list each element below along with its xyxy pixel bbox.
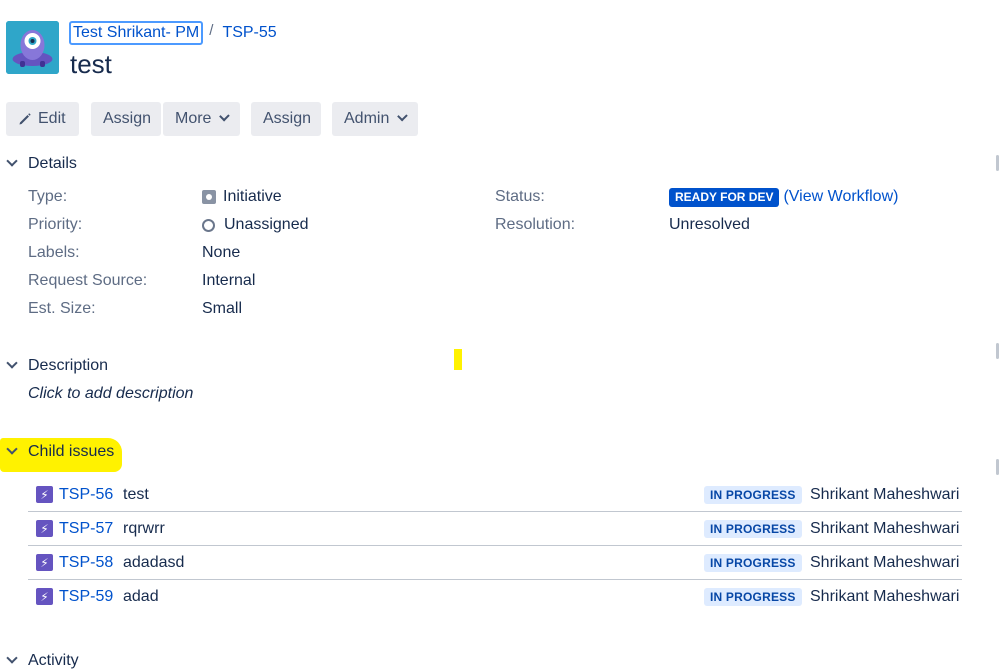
chevron-down-icon xyxy=(397,110,408,122)
labels-value[interactable]: None xyxy=(202,243,240,263)
breadcrumb-issue-key-link[interactable]: TSP-55 xyxy=(222,24,276,42)
assign-button[interactable]: Assign xyxy=(91,102,161,136)
assign-button-label: Assign xyxy=(103,110,152,127)
collapse-chevron-icon xyxy=(6,443,18,455)
activity-heading: Activity xyxy=(28,652,79,669)
priority-label: Priority: xyxy=(28,216,83,233)
child-issue-key-link[interactable]: TSP-58 xyxy=(59,554,123,572)
child-issue-key-link[interactable]: TSP-59 xyxy=(59,588,123,606)
request-source-label: Request Source: xyxy=(28,272,148,289)
child-issues-section-toggle[interactable]: Child issues xyxy=(6,443,115,461)
priority-value-text: Unassigned xyxy=(224,216,309,233)
child-issue-key-link[interactable]: TSP-56 xyxy=(59,486,123,504)
child-issue-assignee: Shrikant Maheshwari xyxy=(810,587,960,605)
est-size-label: Est. Size: xyxy=(28,300,96,317)
collapse-chevron-icon xyxy=(6,652,18,664)
child-issue-summary-link[interactable]: test xyxy=(123,486,149,504)
priority-circle-icon xyxy=(202,218,215,232)
more-button-label: More xyxy=(175,110,212,127)
admin-button-label: Admin xyxy=(344,110,390,127)
collapse-chevron-icon xyxy=(6,155,18,167)
breadcrumb: Test Shrikant- PM / TSP-55 xyxy=(69,21,277,45)
child-issue-key-link[interactable]: TSP-57 xyxy=(59,520,123,538)
child-issue-assignee: Shrikant Maheshwari xyxy=(810,485,960,503)
status-label: Status: xyxy=(495,188,545,205)
resolution-value: Unresolved xyxy=(669,216,750,233)
type-value-text: Initiative xyxy=(223,188,282,205)
status-lozenge[interactable]: READY FOR DEV xyxy=(669,187,780,207)
child-issue-status-badge: IN PROGRESS xyxy=(704,587,802,606)
project-avatar-icon xyxy=(6,21,59,74)
project-avatar[interactable] xyxy=(6,21,59,74)
description-section-toggle[interactable]: Description xyxy=(6,357,109,375)
child-issue-status-badge: IN PROGRESS xyxy=(704,553,802,572)
child-issues-table: ⚡ TSP-56 test IN PROGRESS Shrikant Mahes… xyxy=(28,478,962,613)
child-issue-summary-link[interactable]: adadasd xyxy=(123,554,184,572)
child-issue-row[interactable]: ⚡ TSP-59 adad IN PROGRESS Shrikant Mahes… xyxy=(28,580,962,613)
assign-secondary-button-label: Assign xyxy=(263,110,312,127)
request-source-value[interactable]: Internal xyxy=(202,271,255,291)
description-placeholder[interactable]: Click to add description xyxy=(28,385,193,403)
more-dropdown-button[interactable]: More xyxy=(163,102,240,136)
edit-button-label: Edit xyxy=(38,110,66,127)
child-issue-status-badge: IN PROGRESS xyxy=(704,519,802,538)
type-label: Type: xyxy=(28,188,68,205)
child-issue-row[interactable]: ⚡ TSP-56 test IN PROGRESS Shrikant Mahes… xyxy=(28,478,962,512)
admin-dropdown-button[interactable]: Admin xyxy=(332,102,418,136)
chevron-down-icon xyxy=(219,110,230,122)
priority-value[interactable]: Unassigned xyxy=(202,215,309,235)
description-heading: Description xyxy=(28,357,109,374)
pencil-icon xyxy=(18,112,32,126)
activity-section-toggle[interactable]: Activity xyxy=(6,652,79,670)
breadcrumb-project-link[interactable]: Test Shrikant- PM xyxy=(69,21,204,45)
type-value[interactable]: Initiative xyxy=(202,187,282,207)
initiative-icon xyxy=(202,190,216,204)
issue-title[interactable]: test xyxy=(70,45,112,83)
resolution-label: Resolution: xyxy=(495,216,576,233)
child-issue-assignee: Shrikant Maheshwari xyxy=(810,519,960,537)
story-bolt-icon: ⚡ xyxy=(36,520,53,537)
edit-button[interactable]: Edit xyxy=(6,102,79,136)
breadcrumb-separator: / xyxy=(209,21,214,39)
story-bolt-icon: ⚡ xyxy=(36,554,53,571)
highlight-mark xyxy=(454,349,462,370)
child-issues-heading: Child issues xyxy=(28,443,115,460)
child-issue-summary-link[interactable]: rqrwrr xyxy=(123,520,165,538)
view-workflow-link[interactable]: (View Workflow) xyxy=(783,187,898,207)
labels-label: Labels: xyxy=(28,244,80,261)
child-issue-row[interactable]: ⚡ TSP-58 adadasd IN PROGRESS Shrikant Ma… xyxy=(28,546,962,580)
details-section-toggle[interactable]: Details xyxy=(6,155,77,173)
collapse-chevron-icon xyxy=(6,357,18,369)
assign-secondary-button[interactable]: Assign xyxy=(251,102,321,136)
child-issue-assignee: Shrikant Maheshwari xyxy=(810,553,960,571)
details-heading: Details xyxy=(28,155,77,172)
child-issue-status-badge: IN PROGRESS xyxy=(704,485,802,504)
story-bolt-icon: ⚡ xyxy=(36,588,53,605)
issue-toolbar: Edit Assign More Assign Admin xyxy=(6,102,418,136)
child-issue-row[interactable]: ⚡ TSP-57 rqrwrr IN PROGRESS Shrikant Mah… xyxy=(28,512,962,546)
child-issue-summary-link[interactable]: adad xyxy=(123,588,159,606)
story-bolt-icon: ⚡ xyxy=(36,486,53,503)
est-size-value[interactable]: Small xyxy=(202,299,242,319)
status-value: READY FOR DEV (View Workflow) xyxy=(669,187,898,207)
